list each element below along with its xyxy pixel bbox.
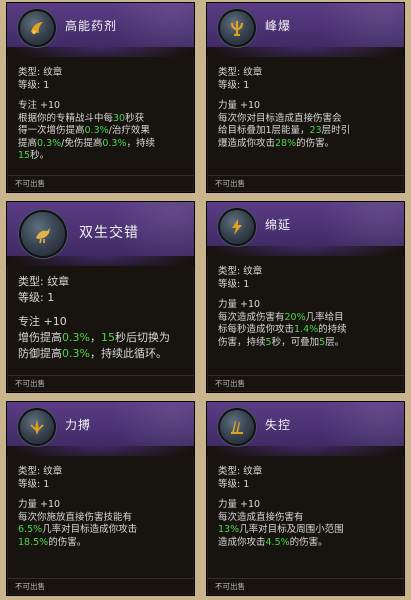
card-title: 高能药剂 <box>65 19 118 33</box>
card-stat: 力量 +10 <box>18 499 61 510</box>
emblem-card-mianyan[interactable]: 绵延 类型: 纹章 等级: 1 力量 +10 每次造成伤害有20%几率给目 标每… <box>206 201 405 393</box>
description-text: 的伤害。 <box>296 137 335 149</box>
description-text: 秒，可叠加 <box>271 336 320 348</box>
card-footer: 不可出售 <box>15 179 45 188</box>
card-type: 类型: 纹章 <box>218 266 263 277</box>
potion-icon <box>20 11 54 45</box>
card-level: 等级: 1 <box>218 278 250 290</box>
card-type: 类型: 纹章 <box>218 67 263 78</box>
card-level: 等级: 1 <box>218 478 250 490</box>
card-footer: 不可出售 <box>215 582 245 591</box>
card-type: 类型: 纹章 <box>18 275 70 288</box>
card-stat: 专注 +10 <box>18 315 67 328</box>
emblem-card-shuangsheng[interactable]: 双生交错 类型: 纹章 等级: 1 专注 +10 增伤提高0.3%，15秒后切换… <box>6 201 195 393</box>
description-text: 每次造成直接伤害有 <box>218 511 304 523</box>
description-text: ，持续 <box>126 137 156 149</box>
description-text: ，持续此循环。 <box>89 347 167 360</box>
card-description: 每次造成直接伤害有 13%几率对目标及周围小范围 造成你攻击4.5%的伤害。 <box>218 512 394 550</box>
description-text: 每次造成伤害有 <box>218 311 285 323</box>
description-text: 层。 <box>325 336 345 348</box>
highlight-value: 0.3% <box>62 331 90 344</box>
card-stat: 力量 +10 <box>218 499 261 510</box>
card-title: 绵延 <box>265 218 292 232</box>
highlight-value: 23 <box>309 125 322 136</box>
card-footer: 不可出售 <box>215 379 245 388</box>
card-type: 类型: 纹章 <box>18 67 63 78</box>
description-text: 的伤害。 <box>289 536 328 548</box>
highlight-value: 1.4% <box>294 324 319 335</box>
highlight-value: 15 <box>18 150 31 161</box>
card-type: 类型: 纹章 <box>218 466 263 477</box>
card-level: 等级: 1 <box>18 478 50 490</box>
card-title: 失控 <box>265 418 292 432</box>
description-text: 的伤害。 <box>48 536 87 548</box>
highlight-value: 6.5% <box>18 524 43 535</box>
highlight-value: 0.3% <box>37 137 62 149</box>
emblem-card-shikong[interactable]: 失控 类型: 纹章 等级: 1 力量 +10 每次造成直接伤害有 13%几率对目… <box>206 401 405 596</box>
trident-icon <box>220 11 254 45</box>
card-title: 峰爆 <box>265 19 292 33</box>
card-footer: 不可出售 <box>215 179 245 188</box>
highlight-value: 28% <box>275 137 297 149</box>
card-stat: 力量 +10 <box>218 299 261 310</box>
card-level: 等级: 1 <box>18 291 55 304</box>
highlight-value: 0.3% <box>62 347 90 360</box>
claw-icon <box>220 410 254 444</box>
card-stat: 力量 +10 <box>218 100 261 111</box>
emblem-card-gaoneng[interactable]: 高能药剂 类型: 纹章 等级: 1 专注 +10 根据你的专精战斗中每30秒获 … <box>6 2 195 193</box>
card-description: 增伤提高0.3%，15秒后切换为 防御提高0.3%，持续此循环。 <box>18 330 184 362</box>
description-text: 秒。 <box>30 150 50 161</box>
card-stat: 专注 +10 <box>18 100 61 111</box>
highlight-value: 20% <box>284 311 306 323</box>
card-level: 等级: 1 <box>18 79 50 91</box>
description-text: ， <box>89 331 101 344</box>
card-level: 等级: 1 <box>218 79 250 91</box>
lightning-icon <box>220 210 254 244</box>
card-description: 根据你的专精战斗中每30秒获 得一次增伤提高0.3%/治疗效果 提高0.3%/免… <box>18 113 184 163</box>
highlight-value: 30 <box>113 112 126 124</box>
description-text: 每次你施放直接伤害技能有 <box>18 511 133 523</box>
description-text: /免伤提高 <box>61 137 103 149</box>
card-type: 类型: 纹章 <box>18 466 63 477</box>
card-footer: 不可出售 <box>15 379 45 388</box>
card-title: 力搏 <box>65 418 92 432</box>
bird-icon <box>21 212 65 256</box>
emblem-card-libo[interactable]: 力搏 类型: 纹章 等级: 1 力量 +10 每次你施放直接伤害技能有 6.5%… <box>6 401 195 596</box>
highlight-value: 0.3% <box>102 137 127 149</box>
highlight-value: 13% <box>218 524 240 535</box>
card-description: 每次造成伤害有20%几率给目 标每秒造成你攻击1.4%的持续 伤害，持续5秒，可… <box>218 312 394 350</box>
highlight-value: 0.3% <box>84 125 109 136</box>
highlight-value: 4.5% <box>265 536 290 548</box>
card-description: 每次你施放直接伤害技能有 6.5%几率对目标造成你攻击 18.5%的伤害。 <box>18 512 184 550</box>
blade-icon <box>20 410 54 444</box>
highlight-value: 18.5% <box>18 536 49 548</box>
description-text: 几率对目标造成你攻击 <box>42 524 138 535</box>
card-title: 双生交错 <box>79 225 139 241</box>
card-description: 每次你对目标造成直接伤害会 给目标叠加1层能量，23层时引 爆造成你攻击28%的… <box>218 113 394 151</box>
card-footer: 不可出售 <box>15 582 45 591</box>
description-text: 增伤提高 <box>18 331 62 344</box>
description-text: 根据你的专精战斗中每 <box>18 112 114 124</box>
highlight-value: 15 <box>100 331 115 344</box>
emblem-card-fengbao[interactable]: 峰爆 类型: 纹章 等级: 1 力量 +10 每次你对目标造成直接伤害会 给目标… <box>206 2 405 193</box>
